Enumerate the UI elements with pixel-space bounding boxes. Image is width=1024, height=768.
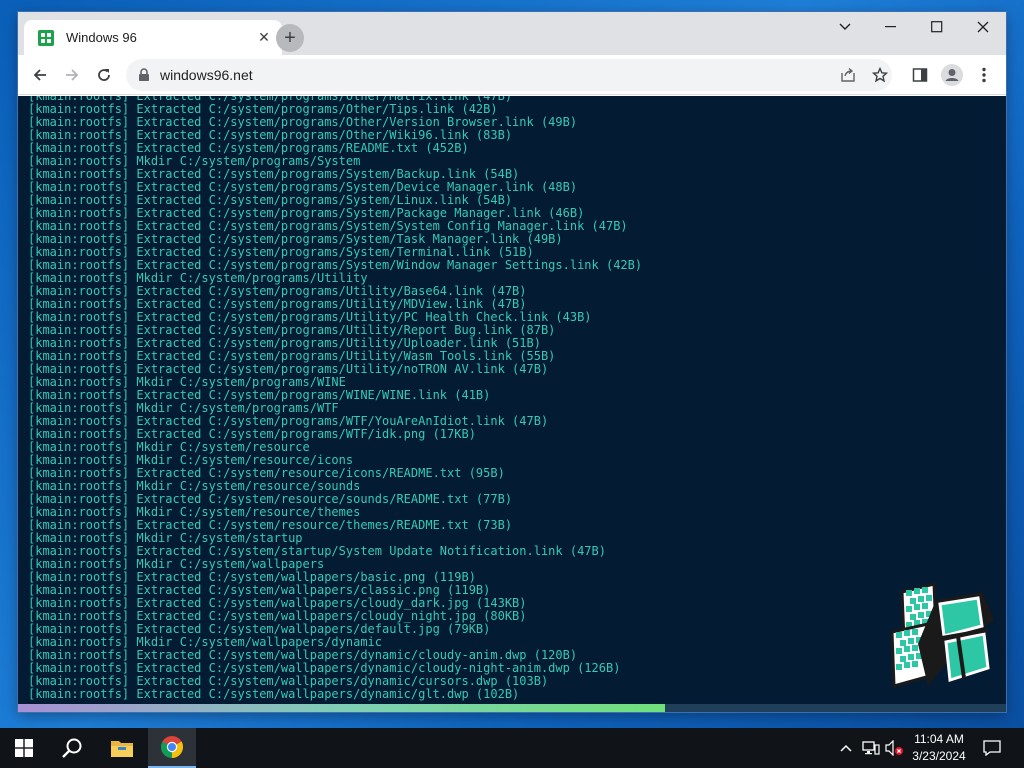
file-explorer-button[interactable]: [98, 728, 146, 768]
boot-progress-bar: [18, 704, 1006, 712]
start-button[interactable]: [0, 728, 48, 768]
system-clock[interactable]: 11:04 AM 3/23/2024: [904, 731, 974, 765]
back-arrow-icon[interactable]: [28, 63, 52, 87]
browser-window: Windows 96 ✕ + windows96.net [kmain:root…: [18, 12, 1006, 712]
lock-icon[interactable]: [138, 68, 150, 87]
tab-title: Windows 96: [66, 30, 137, 45]
folder-icon: [111, 741, 133, 757]
notifications-icon[interactable]: [980, 728, 1004, 768]
tab-strip: Windows 96 ✕ +: [18, 12, 1006, 55]
show-hidden-icons-chevron-icon[interactable]: [836, 728, 856, 768]
taskbar: 11:04 AM 3/23/2024: [0, 728, 1024, 768]
windows-logo-icon: [15, 739, 33, 757]
minimize-button[interactable]: [868, 12, 914, 42]
search-icon: [62, 738, 82, 758]
share-icon[interactable]: [836, 63, 860, 87]
page-content: [kmain:rootfs] Extracted C:/system/progr…: [18, 96, 1006, 712]
address-bar[interactable]: windows96.net: [126, 59, 892, 91]
volume-muted-icon[interactable]: [884, 728, 906, 768]
maximize-button[interactable]: [914, 12, 960, 42]
browser-toolbar: windows96.net: [18, 55, 1006, 95]
network-icon[interactable]: [860, 728, 882, 768]
windows96-logo-icon: [870, 582, 1000, 697]
chrome-button[interactable]: [148, 728, 196, 768]
new-tab-button[interactable]: +: [276, 24, 304, 52]
clock-time: 11:04 AM: [914, 732, 964, 746]
chrome-icon: [161, 736, 183, 758]
url-text: windows96.net: [160, 67, 253, 83]
bookmark-star-icon[interactable]: [868, 63, 892, 87]
menu-kebab-icon[interactable]: [972, 63, 996, 87]
tab-windows96[interactable]: Windows 96 ✕: [24, 20, 282, 55]
tab-close-icon[interactable]: ✕: [256, 29, 272, 46]
profile-avatar-icon[interactable]: [940, 63, 964, 87]
close-window-button[interactable]: [960, 12, 1006, 42]
windows96-favicon-icon: [38, 29, 54, 46]
forward-arrow-icon[interactable]: [60, 63, 84, 87]
boot-log-terminal: [kmain:rootfs] Extracted C:/system/progr…: [28, 96, 1006, 701]
boot-progress-fill: [18, 704, 666, 712]
reload-icon[interactable]: [92, 63, 116, 87]
clock-date: 3/23/2024: [912, 749, 966, 763]
tab-search-dropdown-icon[interactable]: [822, 12, 868, 42]
search-button[interactable]: [48, 728, 96, 768]
terminal-line: [kmain:rootfs] Extracted C:/system/wallp…: [28, 687, 520, 701]
side-panel-icon[interactable]: [908, 63, 932, 87]
